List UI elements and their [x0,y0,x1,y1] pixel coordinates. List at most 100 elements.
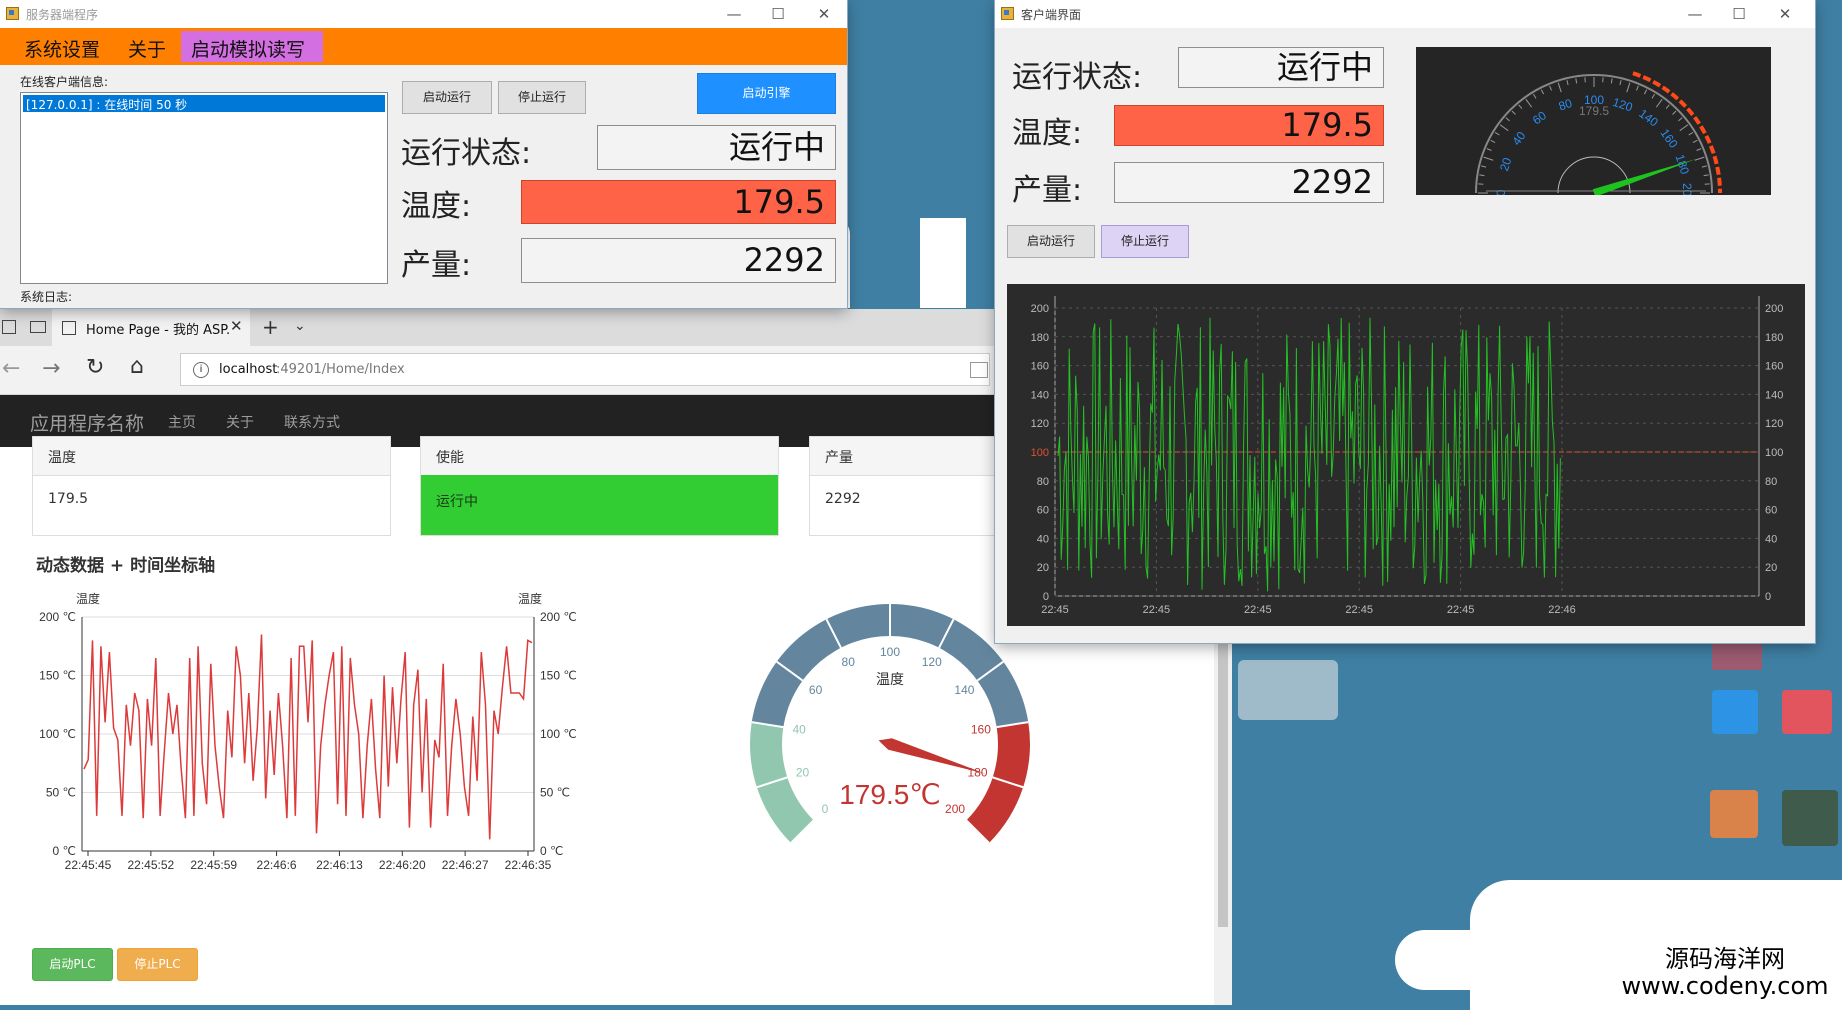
client-window: 客户端界面 — ☐ ✕ 运行状态: 运行中 温度: 179.5 产量: 2292… [995,0,1815,643]
panel-enable-value: 运行中 [436,491,478,511]
watermark-line1: 源码海洋网 [1610,945,1840,973]
site-brand[interactable]: 应用程序名称 [30,409,144,436]
client-stop-button[interactable]: 停止运行 [1101,225,1189,258]
y-tick-label-right: 0 [1765,591,1771,603]
x-tick-label: 22:46:27 [442,858,489,872]
close-icon[interactable]: ✕ [1765,2,1805,26]
y-tick-label: 100 ℃ [39,727,76,741]
y-tick-label: 160 [1031,361,1049,373]
server-window: 服务器端程序 — ☐ ✕ 系统设置 关于 启动模拟读写 在线客户端信息: [12… [0,0,847,308]
panel-output-label: 产量 [825,447,853,467]
minimize-icon[interactable]: — [714,2,754,26]
tab-active[interactable]: Home Page - 我的 ASP. ✕ [52,309,250,346]
x-tick-label: 22:45 [1244,604,1272,616]
gauge-tick-label: 140 [954,683,974,697]
info-icon[interactable]: i [193,362,209,378]
y-tick-label: 200 [1031,303,1049,315]
y-tick-label-right: 80 [1765,476,1777,488]
y-axis-title-left: 温度 [76,591,100,606]
maximize-icon[interactable]: ☐ [758,2,798,26]
client-item-text: [127.0.0.1] : 在线时间 50 秒 [26,96,187,113]
desktop-icon-grey[interactable] [1238,660,1338,720]
tab-set-aside-icon[interactable] [2,320,16,334]
client-status-value: 运行中 [1178,47,1384,88]
x-tick-label: 22:46 [1548,604,1576,616]
tab-close-icon[interactable]: ✕ [230,317,243,335]
panel-enable-label: 使能 [436,447,464,467]
y-tick-label-right: 200 ℃ [540,610,577,624]
url-field[interactable]: i localhost :49201/Home/Index [180,353,990,386]
y-tick-label-right: 0 ℃ [540,844,563,858]
x-tick-label: 22:45 [1447,604,1475,616]
client-item[interactable]: [127.0.0.1] : 在线时间 50 秒 [23,95,385,112]
x-tick-label: 22:45:52 [127,858,174,872]
url-path: :49201/Home/Index [276,362,405,377]
y-tick-label: 80 [1037,476,1049,488]
refresh-icon[interactable]: ↻ [86,355,104,380]
x-tick-label: 22:45:45 [65,858,112,872]
menu-start-sim-highlight[interactable]: 启动模拟读写 [181,31,323,62]
x-tick-label: 22:45 [1345,604,1373,616]
temperature-series-line [84,635,532,840]
y-tick-label: 100 [1031,447,1049,459]
nav-contact[interactable]: 联系方式 [284,412,340,432]
panel-enable: 使能 运行中 [420,436,779,536]
nav-about[interactable]: 关于 [226,412,254,432]
client-output-label: 产量: [1012,165,1082,209]
panel-temperature-label: 温度 [48,447,76,467]
menu-system-settings[interactable]: 系统设置 [24,35,100,62]
gauge-tick-label: 180 [967,765,987,779]
x-tick-label: 22:46:20 [379,858,426,872]
y-tick-label: 0 ℃ [53,844,76,858]
close-icon[interactable]: ✕ [804,2,844,26]
desktop-icon-dark[interactable] [1782,790,1838,846]
desktop-icon-orange[interactable] [1710,790,1758,838]
back-icon[interactable]: ← [2,356,20,381]
y-tick-label: 140 [1031,389,1049,401]
start-plc-button[interactable]: 启动PLC [32,948,113,981]
desktop-icon-red[interactable] [1782,690,1832,734]
app-icon [1001,7,1014,20]
y-tick-label: 20 [1037,562,1049,574]
y-tick-label-right: 40 [1765,533,1777,545]
tab-list-chevron-icon[interactable]: ⌄ [294,318,306,334]
home-icon[interactable]: ⌂ [130,354,144,379]
y-tick-label-right: 100 [1765,447,1783,459]
gauge-tick-label: 60 [809,683,823,697]
menu-about[interactable]: 关于 [128,35,166,62]
server-stop-button[interactable]: 停止运行 [498,81,586,114]
server-output-value: 2292 [521,238,836,283]
y-tick-label-right: 20 [1765,562,1777,574]
client-start-button[interactable]: 启动运行 [1007,225,1095,258]
reading-view-icon[interactable] [970,362,988,378]
desktop-icon-blue[interactable] [1712,690,1758,734]
panel-temperature-value: 179.5 [48,491,88,507]
gauge-tick-label: 80 [842,655,856,669]
nav-home[interactable]: 主页 [168,412,196,432]
y-tick-label-right: 160 [1765,361,1783,373]
client-status-label: 运行状态: [1012,52,1142,96]
clients-list[interactable]: [127.0.0.1] : 在线时间 50 秒 [20,92,388,284]
x-tick-label: 22:45 [1041,604,1069,616]
stop-plc-button[interactable]: 停止PLC [117,948,198,981]
temperature-line-chart: 温度温度200 ℃200 ℃150 ℃150 ℃100 ℃100 ℃50 ℃50… [30,577,590,877]
y-tick-label: 200 ℃ [39,610,76,624]
gauge-value-text: 179.5℃ [839,779,941,810]
x-tick-label: 22:46:6 [257,858,297,872]
server-start-button[interactable]: 启动运行 [402,81,492,114]
start-engine-button[interactable]: 启动引擎 [697,73,836,114]
y-tick-label-right: 180 [1765,332,1783,344]
minimize-icon[interactable]: — [1675,2,1715,26]
y-tick-label-right: 100 ℃ [540,727,577,741]
url-host: localhost [219,362,277,377]
tab-preview-icon[interactable] [30,321,46,333]
gauge-band-high [966,722,1030,843]
gauge-tick-label: 0 [1494,189,1508,195]
forward-icon[interactable]: → [42,356,60,381]
maximize-icon[interactable]: ☐ [1719,2,1759,26]
y-tick-label-right: 50 ℃ [540,786,570,800]
server-output-label: 产量: [401,240,471,284]
page-icon [62,321,76,335]
new-tab-icon[interactable]: + [262,315,279,339]
watermark-line2: www.codeny.com [1610,973,1840,999]
